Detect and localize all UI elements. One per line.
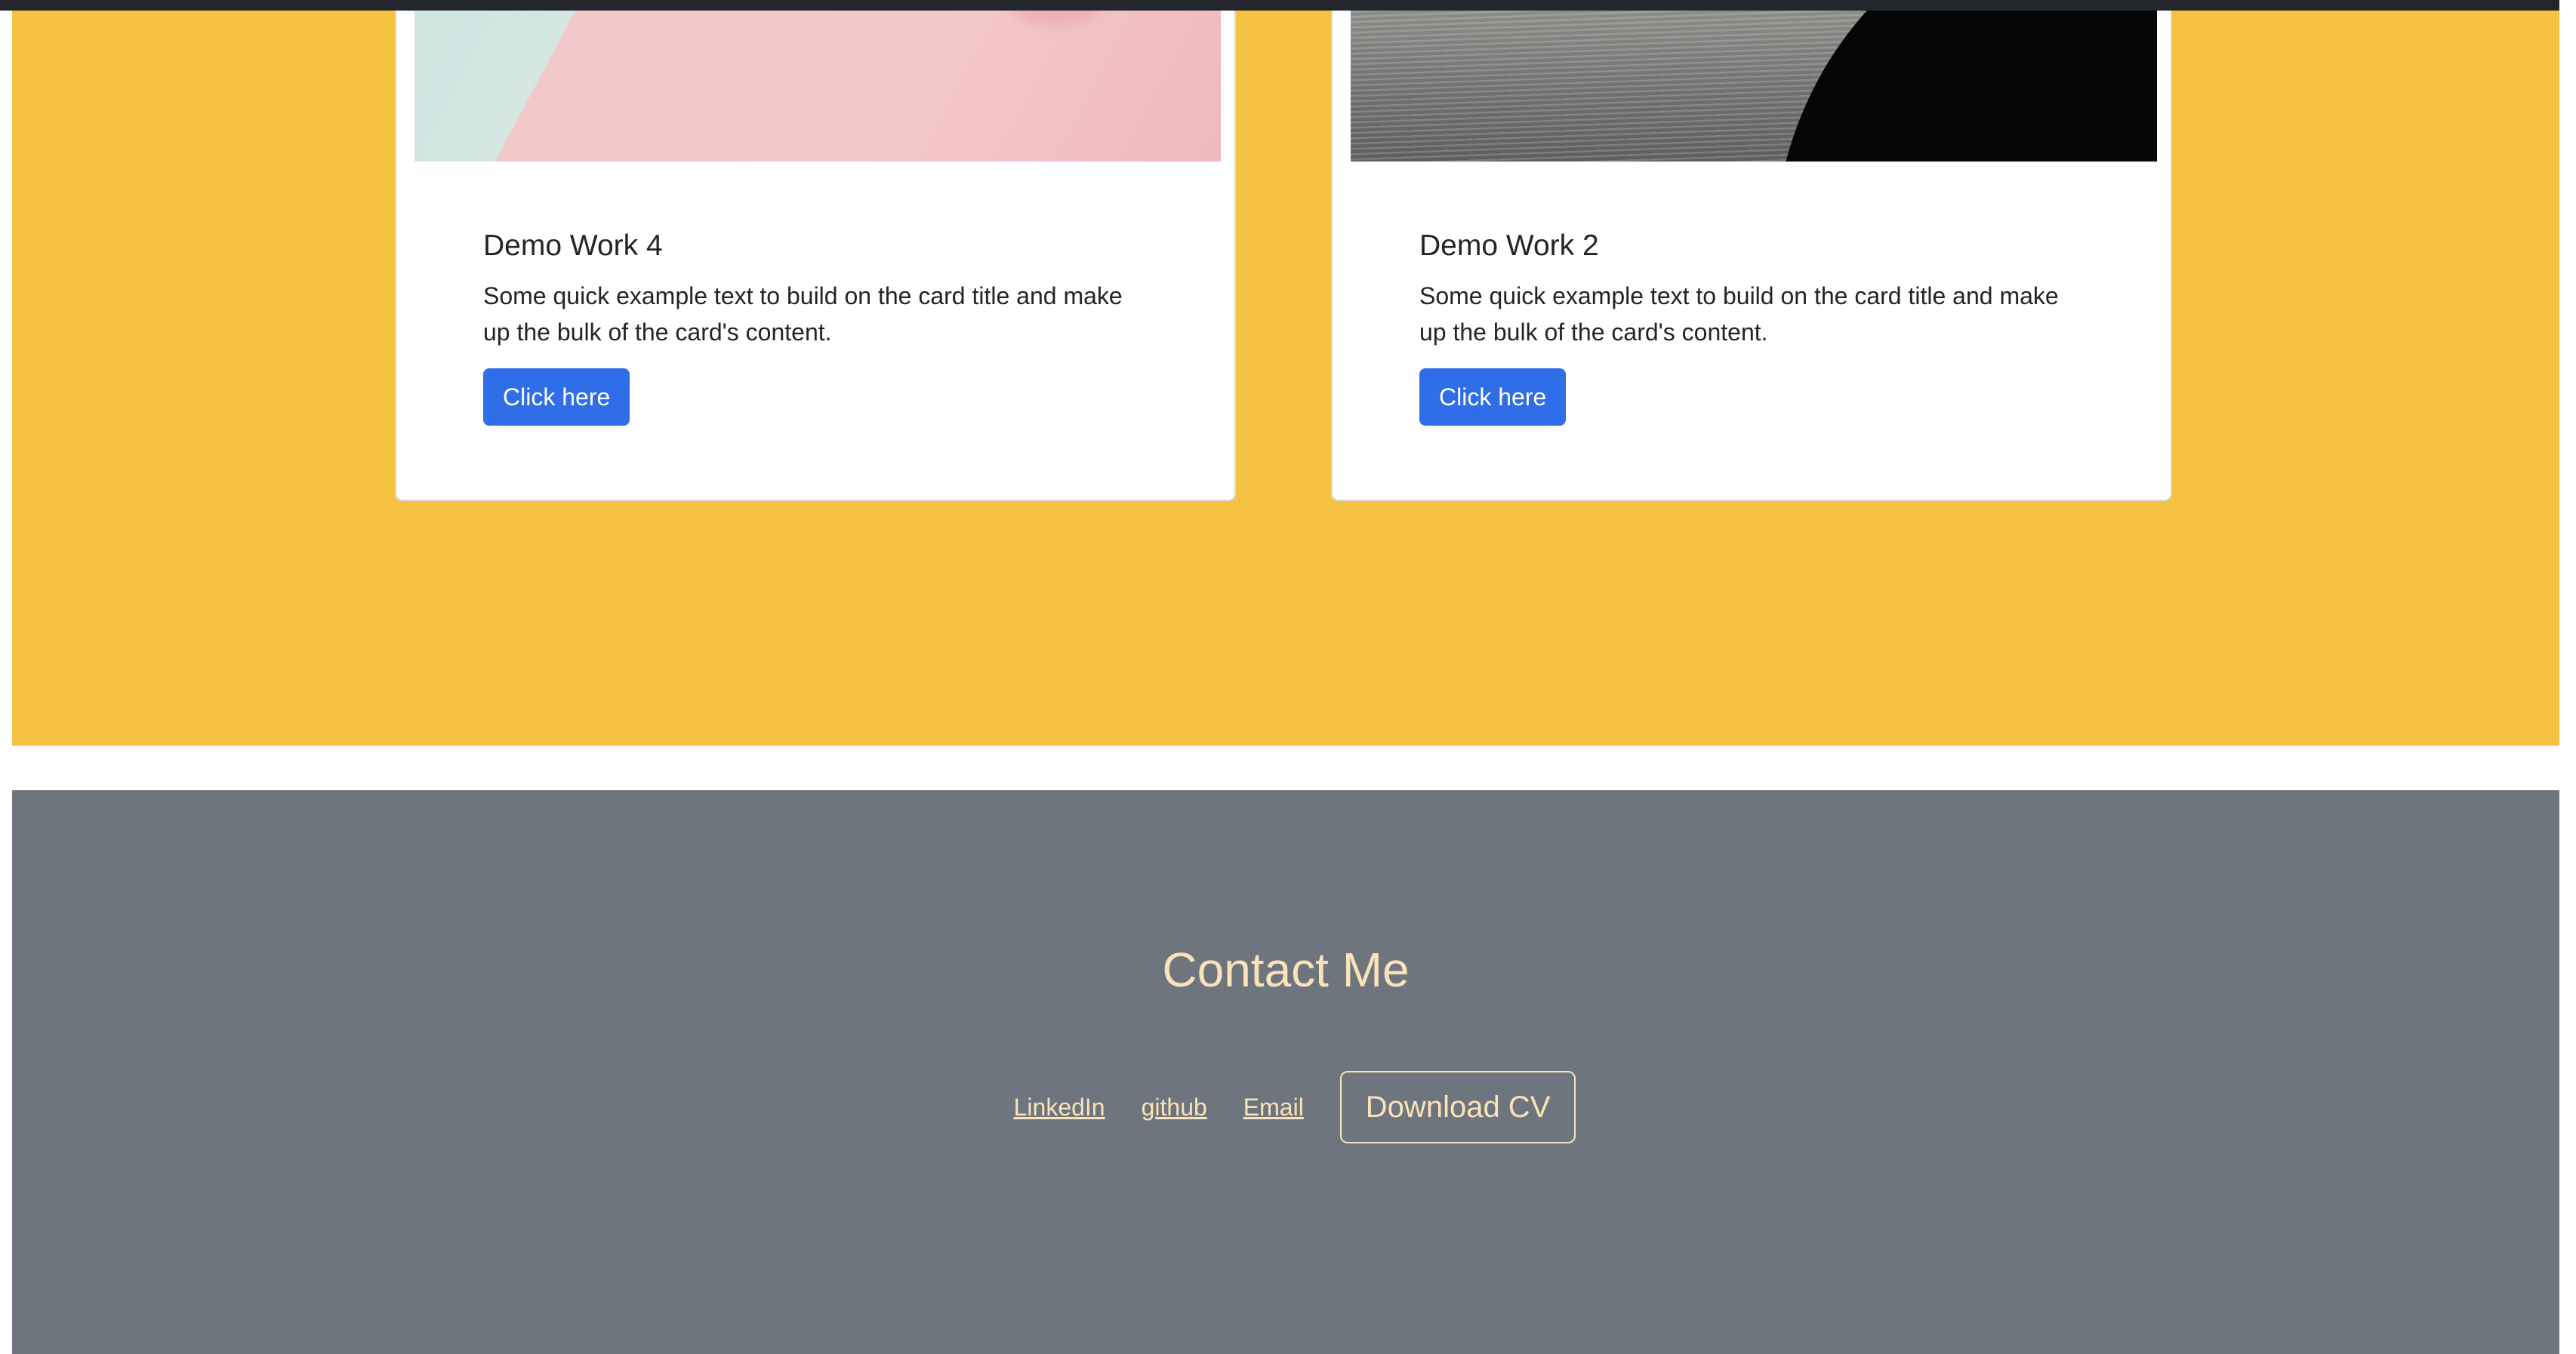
window-top-strip <box>0 0 2576 11</box>
window-right-edge <box>2559 0 2576 1354</box>
ocean-silhouette-image <box>1351 11 2157 162</box>
github-link[interactable]: github <box>1142 1094 1207 1122</box>
card-body: Demo Work 4 Some quick example text to b… <box>483 229 1148 426</box>
card-title: Demo Work 4 <box>483 229 663 262</box>
card-body: Demo Work 2 Some quick example text to b… <box>1419 229 2084 426</box>
download-cv-button[interactable]: Download CV <box>1339 1071 1576 1143</box>
contact-title: Contact Me <box>1162 943 1410 997</box>
click-here-button[interactable]: Click here <box>483 368 630 426</box>
card-text: Some quick example text to build on the … <box>483 282 1123 346</box>
pastel-abstract-image <box>414 11 1221 162</box>
click-here-button[interactable]: Click here <box>1419 368 1567 426</box>
card-text: Some quick example text to build on the … <box>1419 282 2059 346</box>
contact-links: LinkedIn github Email Download CV <box>12 1071 2559 1143</box>
works-section: Demo Work 4 Some quick example text to b… <box>12 11 2559 746</box>
contact-section: Contact Me LinkedIn github Email Downloa… <box>12 790 2559 1354</box>
work-card: Demo Work 4 Some quick example text to b… <box>395 11 1236 501</box>
work-card: Demo Work 2 Some quick example text to b… <box>1331 11 2172 501</box>
image-silhouette <box>1773 11 2157 162</box>
image-highlight <box>1011 11 1102 26</box>
email-link[interactable]: Email <box>1243 1094 1304 1122</box>
card-title: Demo Work 2 <box>1419 229 1599 262</box>
linkedin-link[interactable]: LinkedIn <box>1014 1094 1105 1122</box>
